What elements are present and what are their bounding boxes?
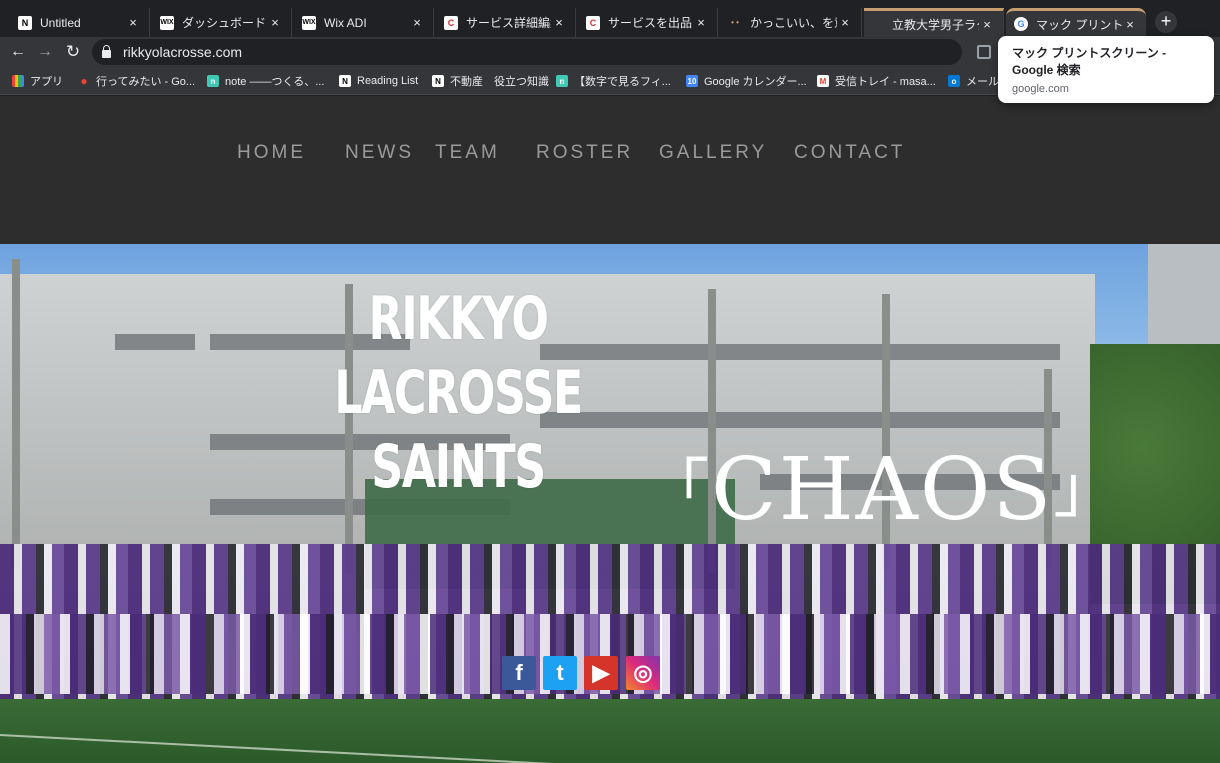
tagline: 「CHAOS」 — [645, 442, 1119, 538]
facebook-icon[interactable]: f — [502, 656, 536, 690]
bookmark-label: 【数字で見るフィ... — [574, 76, 671, 88]
bookmark-calendar[interactable]: 10 Google カレンダー... — [686, 73, 807, 89]
building-window — [540, 412, 1060, 428]
instagram-icon[interactable]: ◎ — [626, 656, 660, 690]
bookmark-numbers[interactable]: n 【数字で見るフィ... — [556, 73, 671, 89]
nav-contact[interactable]: CONTACT — [794, 142, 905, 164]
bookmark-reading-list[interactable]: N Reading List — [339, 73, 418, 89]
back-button[interactable]: ← — [7, 41, 29, 63]
close-icon[interactable]: × — [1122, 17, 1138, 32]
tab-untitled[interactable]: N Untitled × — [10, 8, 150, 37]
hero-title-line2: SAINTS — [371, 432, 546, 502]
bookmark-note[interactable]: n note ——つくる、... — [207, 73, 324, 89]
bookmark-label: Google カレンダー... — [704, 76, 807, 88]
bookmark-label: 不動産 役立つ知識 — [450, 76, 549, 88]
tab-title: サービス詳細編集 | — [466, 16, 551, 30]
outlook-icon: o — [948, 75, 960, 87]
nav-gallery[interactable]: GALLERY — [659, 142, 767, 164]
wix-icon: WIX — [302, 15, 316, 30]
tab-kakkoii[interactable]: • • かっこいい、を意味 × — [720, 8, 862, 37]
tab-title: Untitled — [40, 15, 81, 30]
field-pole — [12, 259, 20, 569]
nav-team[interactable]: TEAM — [435, 142, 500, 164]
tab-hover-tooltip: マック プリントスクリーン - Google 検索 google.com — [998, 36, 1214, 103]
forward-button[interactable]: → — [34, 41, 56, 63]
tab-rikkyo-lacrosse[interactable]: 立教大学男子ラク × — [864, 8, 1004, 37]
close-icon[interactable]: × — [693, 15, 709, 30]
bookmark-label: note ——つくる、... — [225, 76, 325, 88]
url-text: rikkyolacrosse.com — [123, 44, 243, 60]
note-icon: n — [207, 75, 219, 87]
bookmark-label: Reading List — [357, 75, 419, 87]
note-icon: n — [556, 75, 568, 87]
tab-title: ダッシュボード | W — [182, 16, 267, 30]
notion-icon: N — [18, 15, 32, 30]
tab-strip: N Untitled × WIX ダッシュボード | W × WIX Wix A… — [0, 0, 1220, 37]
hero-title-line1: RIKKYO LACROSSE — [334, 284, 583, 428]
bookmark-label: 受信トレイ - masa... — [835, 76, 936, 88]
tab-title: Wix ADI — [324, 15, 367, 30]
tooltip-title: マック プリントスクリーン - Google 検索 — [1012, 46, 1167, 77]
close-icon[interactable]: × — [551, 15, 567, 30]
tab-title: マック プリントス — [1036, 17, 1122, 32]
close-icon[interactable]: × — [409, 15, 425, 30]
calendar-icon: 10 — [686, 75, 698, 87]
tagline-text: CHAOS — [711, 440, 1054, 540]
coconala-icon: C — [444, 15, 458, 30]
tab-title: 立教大学男子ラク — [892, 17, 979, 32]
coconala-icon: C — [586, 15, 600, 30]
bookmark-gmail[interactable]: M 受信トレイ - masa... — [817, 73, 936, 89]
reload-button[interactable]: ↻ — [62, 41, 84, 63]
tab-title: かっこいい、を意味 — [750, 16, 837, 30]
twitter-icon[interactable]: t — [543, 656, 577, 690]
extension-icon[interactable] — [977, 45, 991, 59]
tab-service-edit[interactable]: C サービス詳細編集 | × — [436, 8, 576, 37]
tagline-close-bracket: 」 — [1053, 453, 1120, 527]
close-icon[interactable]: × — [837, 15, 853, 30]
google-icon: G — [1014, 17, 1028, 31]
bookmark-real-estate[interactable]: N 不動産 役立つ知識 — [432, 73, 549, 89]
building-window — [540, 344, 1060, 360]
dots-icon: • • — [731, 18, 739, 27]
lock-icon[interactable] — [102, 45, 111, 58]
close-icon[interactable]: × — [125, 15, 141, 30]
wix-icon: WIX — [160, 15, 174, 30]
close-icon[interactable]: × — [979, 17, 995, 32]
background-building — [1148, 244, 1220, 354]
nav-news[interactable]: NEWS — [345, 142, 414, 164]
gmail-icon: M — [817, 75, 829, 87]
building-window — [115, 334, 195, 350]
bookmark-label: メール — [966, 76, 999, 88]
address-bar[interactable]: rikkyolacrosse.com — [92, 39, 962, 65]
new-tab-button[interactable]: + — [1155, 11, 1177, 33]
field-grass — [0, 699, 1220, 763]
site-header: HOME NEWS TEAM ROSTER GALLERY CONTACT — [0, 96, 1220, 244]
tab-service-listing[interactable]: C サービスを出品した × — [578, 8, 718, 37]
bookmark-apps[interactable]: アプリ — [12, 73, 63, 89]
maps-pin-icon: ● — [80, 74, 88, 88]
hero-banner: RIKKYO LACROSSE SAINTS 「CHAOS」 f t ▶ ◎ — [0, 244, 1220, 763]
bookmark-label: アプリ — [30, 76, 63, 88]
tab-title: サービスを出品した — [608, 16, 693, 30]
notion-icon: N — [432, 75, 444, 87]
bookmark-label: 行ってみたい - Go... — [96, 76, 196, 88]
tab-google-search[interactable]: G マック プリントス × — [1006, 8, 1146, 37]
tab-wix-adi[interactable]: WIX Wix ADI × — [294, 8, 434, 37]
apps-grid-icon — [12, 75, 24, 87]
youtube-icon[interactable]: ▶ — [584, 656, 618, 690]
close-icon[interactable]: × — [267, 15, 283, 30]
hero-title: RIKKYO LACROSSE SAINTS — [303, 282, 614, 504]
tab-wix-dashboard[interactable]: WIX ダッシュボード | W × — [152, 8, 292, 37]
tagline-open-bracket: 「 — [645, 453, 711, 527]
bookmark-maps[interactable]: ● 行ってみたい - Go... — [78, 73, 195, 89]
nav-roster[interactable]: ROSTER — [536, 142, 633, 164]
bookmark-mail[interactable]: o メール — [948, 73, 999, 89]
nav-home[interactable]: HOME — [237, 142, 306, 164]
tooltip-domain: google.com — [1012, 83, 1069, 95]
notion-icon: N — [339, 75, 351, 87]
